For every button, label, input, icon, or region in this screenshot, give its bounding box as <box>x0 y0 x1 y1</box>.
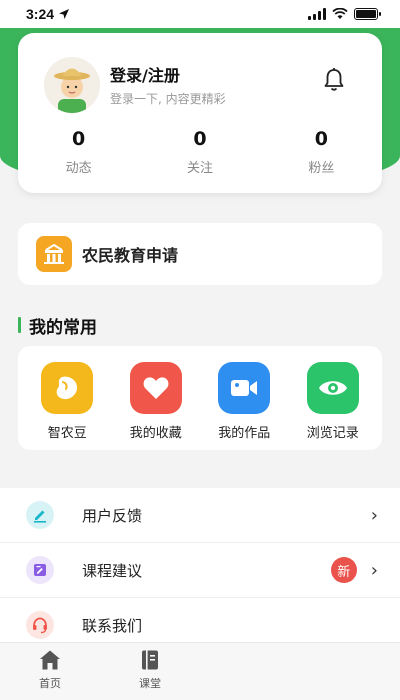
tab-classroom[interactable]: 课堂 <box>100 643 200 700</box>
menu-item-label: 课程建议 <box>82 561 143 580</box>
profile-card: 登录/注册 登录一下, 内容更精彩 0 动态 0 关注 0 粉丝 <box>18 33 382 193</box>
new-badge: 新 <box>330 557 357 583</box>
headset-icon <box>26 611 54 639</box>
common-item-label: 浏览记录 <box>306 426 359 441</box>
login-subtitle: 登录一下, 内容更精彩 <box>110 92 226 106</box>
menu-item-label: 联系我们 <box>82 616 143 635</box>
tab-home[interactable]: 首页 <box>0 643 100 700</box>
menu-item-feedback[interactable]: 用户反馈 › <box>0 488 400 543</box>
farmer-avatar-icon[interactable] <box>44 57 100 113</box>
chevron-right-icon: › <box>370 559 378 581</box>
profile-stats: 0 动态 0 关注 0 粉丝 <box>18 127 382 176</box>
stat-value: 0 <box>72 128 86 150</box>
stat-posts[interactable]: 0 动态 <box>18 127 139 176</box>
menu-item-course-suggestion[interactable]: 课程建议 新 › <box>0 543 400 598</box>
common-item-favorites[interactable]: 我的收藏 <box>112 346 201 450</box>
eye-icon <box>306 362 359 414</box>
section-accent-bar <box>18 317 21 333</box>
video-camera-icon <box>218 362 271 414</box>
status-bar: 3:24 <box>0 0 400 28</box>
signal-icon <box>308 8 326 20</box>
tab-label: 首页 <box>39 677 61 690</box>
bell-icon[interactable] <box>322 67 346 93</box>
stat-label: 动态 <box>65 161 92 176</box>
stat-value: 0 <box>314 128 328 150</box>
school-building-icon <box>36 236 72 272</box>
chevron-right-icon: › <box>370 504 378 526</box>
common-item-history[interactable]: 浏览记录 <box>289 346 378 450</box>
farmer-education-apply-label: 农民教育申请 <box>82 246 179 265</box>
status-time: 3:24 <box>26 6 55 22</box>
stat-fans[interactable]: 0 粉丝 <box>261 127 382 176</box>
common-item-label: 我的作品 <box>218 426 271 441</box>
bean-icon <box>41 362 94 414</box>
settings-menu-list: 用户反馈 › 课程建议 新 › 联系我们 <box>0 488 400 653</box>
common-section-title: 我的常用 <box>18 314 97 338</box>
farmer-education-apply-card[interactable]: 农民教育申请 <box>18 223 382 285</box>
menu-item-label: 用户反馈 <box>82 506 143 525</box>
heart-icon <box>129 362 182 414</box>
login-register-link[interactable]: 登录/注册 <box>110 62 180 86</box>
book-icon <box>142 650 158 670</box>
section-title-text: 我的常用 <box>29 317 97 338</box>
pencil-icon <box>26 501 54 529</box>
stat-following[interactable]: 0 关注 <box>139 127 260 176</box>
stat-label: 关注 <box>186 161 213 176</box>
home-icon <box>40 650 60 670</box>
common-item-label: 智农豆 <box>47 426 87 441</box>
common-functions-card: 智农豆 我的收藏 我的作品 浏览记录 <box>18 346 382 450</box>
stat-label: 粉丝 <box>308 161 335 176</box>
common-item-label: 我的收藏 <box>129 426 182 441</box>
edit-note-icon <box>26 556 54 584</box>
battery-icon <box>354 8 381 20</box>
location-arrow-icon <box>59 9 70 19</box>
common-item-works[interactable]: 我的作品 <box>200 346 289 450</box>
wifi-icon <box>332 8 348 19</box>
stat-value: 0 <box>193 128 207 150</box>
bottom-tab-bar: 首页 课堂 <box>0 642 400 700</box>
common-item-beans[interactable]: 智农豆 <box>23 346 112 450</box>
tab-label: 课堂 <box>139 677 161 690</box>
